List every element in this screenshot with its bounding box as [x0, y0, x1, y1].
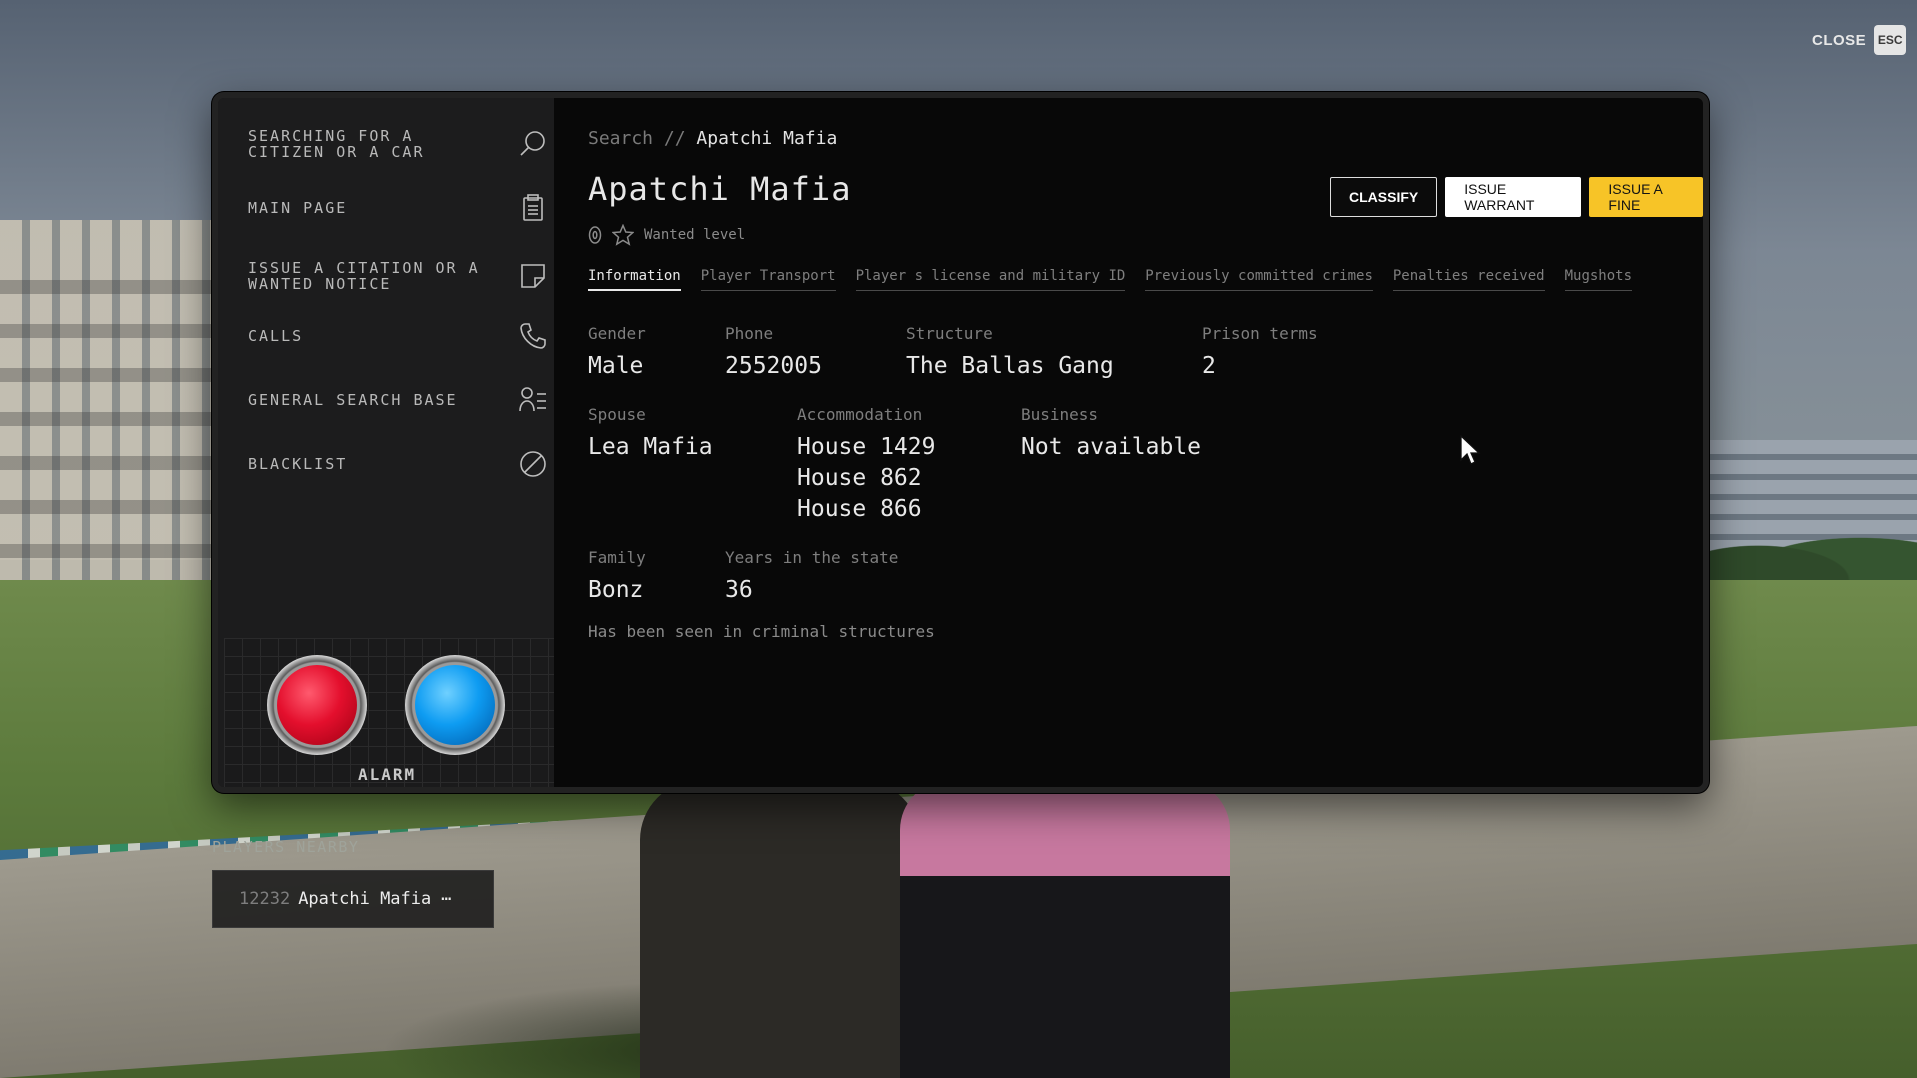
search-icon: [518, 129, 548, 159]
sidebar-item-label: SEARCHING FOR A CITIZEN OR A CAR: [248, 127, 425, 161]
alarm-panel: ALARM: [224, 638, 554, 787]
structure-label: Structure: [906, 324, 993, 343]
sidebar-item-label: CALLS: [248, 327, 304, 345]
blue-alarm-button[interactable]: [405, 655, 505, 755]
character-left: [640, 780, 920, 1078]
structure-field: Structure The Ballas Gang: [906, 324, 1114, 382]
issue-fine-button[interactable]: ISSUE A FINE: [1589, 177, 1703, 217]
wanted-level-label: Wanted level: [644, 227, 746, 243]
profile-tabs: Information Player Transport Player s li…: [588, 268, 1633, 291]
spouse-field: Spouse Lea Mafia: [588, 405, 713, 463]
star-icon: [612, 224, 634, 246]
sidebar-item-label: GENERAL SEARCH BASE: [248, 391, 458, 409]
players-nearby-title: PLAYERS NEARBY: [212, 838, 360, 856]
sidebar-item-calls[interactable]: CALLS: [248, 323, 548, 349]
prison-terms-field: Prison terms 2: [1202, 324, 1318, 382]
prison-terms-value: 2: [1202, 353, 1216, 379]
wanted-count-icon: [588, 226, 602, 244]
sidebar: SEARCHING FOR A CITIZEN OR A CAR MAIN PA…: [218, 98, 554, 787]
sidebar-item-main-page[interactable]: MAIN PAGE: [248, 194, 548, 221]
blue-alarm-cap: [415, 665, 495, 745]
gender-value: Male: [588, 353, 644, 379]
criminal-note: Has been seen in criminal structures: [588, 622, 935, 641]
action-buttons: CLASSIFY ISSUE WARRANT ISSUE A FINE: [1330, 177, 1703, 217]
sidebar-item-search[interactable]: SEARCHING FOR A CITIZEN OR A CAR: [248, 128, 548, 160]
business-field: Business Not available: [1021, 405, 1201, 463]
red-alarm-cap: [277, 665, 357, 745]
gender-label: Gender: [588, 324, 646, 343]
phone-icon: [518, 321, 548, 351]
close-label: CLOSE: [1812, 31, 1867, 49]
red-alarm-button[interactable]: [267, 655, 367, 755]
alarm-label: ALARM: [358, 765, 417, 784]
accommodation-label: Accommodation: [797, 405, 923, 424]
sidebar-item-label: ISSUE A CITATION OR A WANTED NOTICE: [248, 259, 480, 293]
prison-terms-label: Prison terms: [1202, 324, 1318, 343]
note-icon: [518, 261, 548, 291]
gender-field: Gender Male: [588, 324, 646, 382]
page-title: Apatchi Mafia: [588, 170, 852, 208]
accommodation-value: House 1429: [797, 434, 936, 460]
close-button[interactable]: CLOSE ESC: [1812, 25, 1907, 55]
user-list-icon: [518, 385, 548, 415]
wanted-level: Wanted level: [588, 224, 745, 246]
breadcrumb-current: Apatchi Mafia: [696, 128, 838, 149]
breadcrumb-root[interactable]: Search: [588, 128, 653, 149]
tab-information[interactable]: Information: [588, 268, 681, 291]
sidebar-item-general-search[interactable]: GENERAL SEARCH BASE: [248, 387, 548, 412]
background-building-floors: [0, 250, 215, 580]
sidebar-item-label: BLACKLIST: [248, 455, 348, 473]
sidebar-item-label: MAIN PAGE: [248, 199, 348, 217]
issue-warrant-button[interactable]: ISSUE WARRANT: [1445, 177, 1582, 217]
breadcrumb-separator: //: [663, 128, 686, 149]
character-right: [900, 780, 1230, 1078]
family-field: Family Bonz: [588, 548, 646, 606]
player-id: 12232: [239, 889, 291, 909]
sidebar-item-citation[interactable]: ISSUE A CITATION OR A WANTED NOTICE: [248, 260, 548, 292]
family-label: Family: [588, 548, 646, 567]
tab-player-transport[interactable]: Player Transport: [700, 268, 836, 291]
sidebar-item-blacklist[interactable]: BLACKLIST: [248, 451, 548, 477]
phone-value: 2552005: [725, 353, 822, 379]
tab-previous-crimes[interactable]: Previously committed crimes: [1145, 268, 1373, 291]
tab-mugshots[interactable]: Mugshots: [1564, 268, 1633, 291]
accommodation-value: House 866: [797, 496, 922, 522]
phone-label: Phone: [725, 324, 774, 343]
clipboard-icon: [518, 193, 548, 223]
accommodation-field: Accommodation House 1429 House 862 House…: [797, 405, 935, 525]
breadcrumb: Search // Apatchi Mafia: [588, 128, 837, 149]
years-value: 36: [725, 577, 753, 603]
esc-key-badge: ESC: [1874, 25, 1907, 55]
business-value: Not available: [1021, 434, 1202, 460]
player-name: Apatchi Mafia: [298, 889, 432, 909]
family-value: Bonz: [588, 577, 644, 603]
more-options-icon[interactable]: ⋯: [441, 889, 451, 909]
classify-button[interactable]: CLASSIFY: [1330, 177, 1438, 217]
spouse-label: Spouse: [588, 405, 646, 424]
ban-icon: [518, 449, 548, 479]
business-label: Business: [1021, 405, 1099, 424]
phone-field: Phone 2552005: [725, 324, 822, 382]
citizen-profile: Search // Apatchi Mafia Apatchi Mafia Wa…: [554, 98, 1703, 787]
accommodation-value: House 862: [797, 465, 922, 491]
tab-penalties[interactable]: Penalties received: [1392, 268, 1545, 291]
police-tablet: SEARCHING FOR A CITIZEN OR A CAR MAIN PA…: [212, 92, 1709, 793]
mouse-cursor-icon: [1460, 435, 1481, 465]
years-label: Years in the state: [725, 548, 899, 567]
structure-value: The Ballas Gang: [906, 353, 1114, 379]
nearby-player-item[interactable]: 12232 Apatchi Mafia ⋯: [212, 870, 494, 928]
spouse-value: Lea Mafia: [588, 434, 713, 460]
tab-license-military-id[interactable]: Player s license and military ID: [855, 268, 1126, 291]
years-field: Years in the state 36: [725, 548, 898, 606]
